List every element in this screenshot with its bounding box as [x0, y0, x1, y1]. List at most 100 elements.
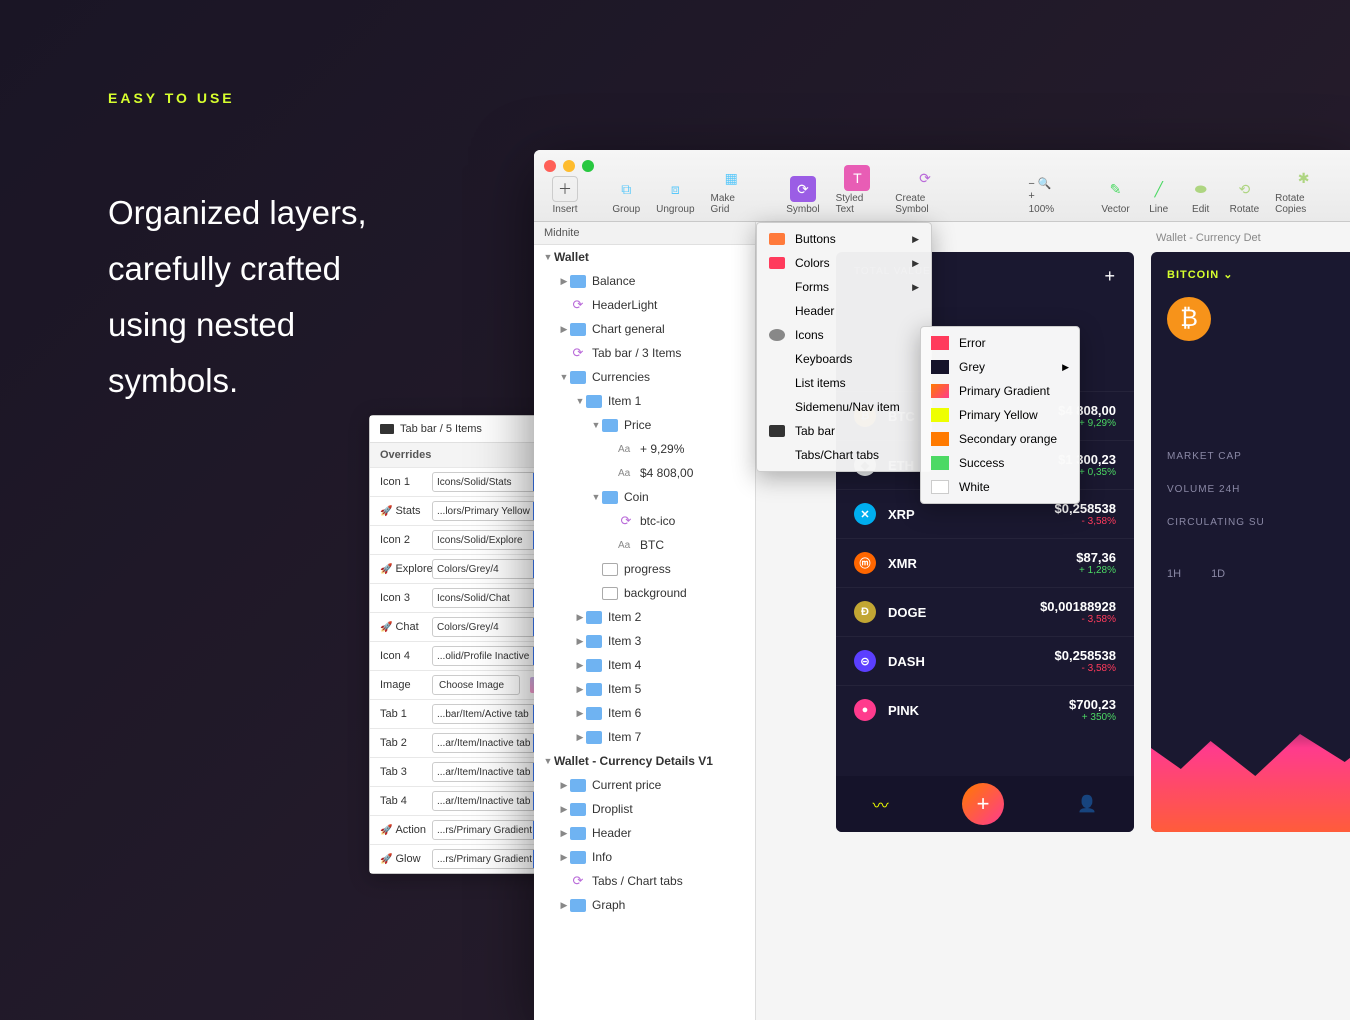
disclosure-arrow-icon[interactable]: ▶: [558, 900, 570, 911]
disclosure-arrow-icon[interactable]: ▶: [574, 636, 586, 647]
override-select[interactable]: Icons/Solid/Chat⌃⌄: [432, 588, 550, 608]
layer-row[interactable]: ▶Item 7: [534, 725, 755, 749]
layer-row[interactable]: ▶Item 2: [534, 605, 755, 629]
layer-row[interactable]: ▶Info: [534, 845, 755, 869]
disclosure-arrow-icon[interactable]: ▶: [574, 732, 586, 743]
menu-item[interactable]: List items: [757, 371, 931, 395]
document-name[interactable]: Midnite: [534, 222, 755, 245]
menu-item[interactable]: Forms ▶: [757, 275, 931, 299]
toolbar-insert[interactable]: ＋Insert: [546, 176, 584, 215]
override-select[interactable]: ...rs/Primary Gradient⌃⌄: [432, 820, 550, 840]
override-select[interactable]: Icons/Solid/Stats⌃⌄: [432, 472, 550, 492]
disclosure-arrow-icon[interactable]: ▶: [558, 324, 570, 335]
disclosure-arrow-icon[interactable]: ▼: [574, 396, 586, 406]
disclosure-arrow-icon[interactable]: ▶: [558, 852, 570, 863]
layer-row[interactable]: background: [534, 581, 755, 605]
disclosure-arrow-icon[interactable]: ▶: [558, 828, 570, 839]
disclosure-arrow-icon[interactable]: ▶: [558, 804, 570, 815]
layer-row[interactable]: ▶Item 6: [534, 701, 755, 725]
layer-row[interactable]: ▶Balance: [534, 269, 755, 293]
layer-row[interactable]: ▼Coin: [534, 485, 755, 509]
menu-item[interactable]: Tabs/Chart tabs: [757, 443, 931, 467]
menu-item[interactable]: Primary Yellow: [921, 403, 1079, 427]
currency-detail-artboard[interactable]: BITCOIN ⌄ ₿ MARKET CAP VOLUME 24H CIRCUL…: [1151, 252, 1350, 832]
menu-item[interactable]: Success: [921, 451, 1079, 475]
layer-row[interactable]: ⟳HeaderLight: [534, 293, 755, 317]
override-select[interactable]: ...lors/Primary Yellow⌃⌄: [432, 501, 550, 521]
zoom-button[interactable]: [582, 160, 594, 172]
layer-row[interactable]: ▼Wallet: [534, 245, 755, 269]
toolbar-zoom[interactable]: − 🔍 +100%: [1022, 176, 1060, 215]
override-select[interactable]: Colors/Grey/4⌃⌄: [432, 617, 550, 637]
disclosure-arrow-icon[interactable]: ▶: [574, 684, 586, 695]
overrides-title-row[interactable]: Tab bar / 5 Items ⌄: [370, 416, 556, 443]
disclosure-arrow-icon[interactable]: ▼: [558, 372, 570, 382]
toolbar-createsymbol[interactable]: ⟳Create Symbol: [889, 165, 960, 215]
toolbar-makegrid[interactable]: ▦Make Grid: [705, 165, 758, 215]
coin-row[interactable]: ● PINK $700,23+ 350%: [836, 685, 1134, 734]
layer-row[interactable]: ▼Currencies: [534, 365, 755, 389]
layer-row[interactable]: ⟳Tabs / Chart tabs: [534, 869, 755, 893]
menu-item[interactable]: Secondary orange: [921, 427, 1079, 451]
menu-item[interactable]: Primary Gradient: [921, 379, 1079, 403]
menu-item[interactable]: Error: [921, 331, 1079, 355]
stats-tab-icon[interactable]: 〰: [873, 792, 889, 816]
toolbar-group[interactable]: ⧉Group: [606, 176, 646, 215]
layer-row[interactable]: ▶Chart general: [534, 317, 755, 341]
fab-add-button[interactable]: +: [962, 783, 1004, 825]
override-select[interactable]: ...olid/Profile Inactive⌃⌄: [432, 646, 550, 666]
disclosure-arrow-icon[interactable]: ▶: [574, 612, 586, 623]
layer-row[interactable]: ⟳btc-ico: [534, 509, 755, 533]
toolbar-rotatecopies[interactable]: ✱Rotate Copies: [1269, 165, 1338, 215]
layer-row[interactable]: ▶Droplist: [534, 797, 755, 821]
toolbar-line[interactable]: ╱Line: [1140, 176, 1178, 215]
override-select[interactable]: Colors/Grey/4⌃⌄: [432, 559, 550, 579]
layer-row[interactable]: ▼Price: [534, 413, 755, 437]
coin-row[interactable]: ⊝ DASH $0,258538- 3,58%: [836, 636, 1134, 685]
menu-item[interactable]: Keyboards: [757, 347, 931, 371]
choose-image-button[interactable]: Choose Image: [432, 675, 520, 695]
chart-tab-1h[interactable]: 1H: [1167, 568, 1181, 580]
chart-tab-1d[interactable]: 1D: [1211, 568, 1225, 580]
coin-row[interactable]: Ð DOGE $0,00188928- 3,58%: [836, 587, 1134, 636]
menu-item[interactable]: Header: [757, 299, 931, 323]
override-select[interactable]: ...rs/Primary Gradient⌃⌄: [432, 849, 550, 869]
toolbar-rotate[interactable]: ⟲Rotate: [1224, 176, 1265, 215]
layer-row[interactable]: ▶Item 3: [534, 629, 755, 653]
layer-row[interactable]: ▶Graph: [534, 893, 755, 917]
toolbar-vector[interactable]: ✎Vector: [1095, 176, 1135, 215]
bitcoin-dropdown[interactable]: BITCOIN ⌄: [1167, 268, 1350, 281]
disclosure-arrow-icon[interactable]: ▶: [558, 276, 570, 287]
disclosure-arrow-icon[interactable]: ▼: [542, 252, 554, 262]
disclosure-arrow-icon[interactable]: ▶: [574, 660, 586, 671]
artboard-label[interactable]: Wallet - Currency Det: [1156, 232, 1261, 244]
profile-tab-icon[interactable]: 👤: [1077, 794, 1097, 814]
menu-item[interactable]: Tab bar: [757, 419, 931, 443]
disclosure-arrow-icon[interactable]: ▼: [542, 756, 554, 766]
toolbar-symbol[interactable]: ⟳Symbol: [780, 176, 825, 215]
override-select[interactable]: Icons/Solid/Explore⌃⌄: [432, 530, 550, 550]
menu-item[interactable]: White: [921, 475, 1079, 499]
override-select[interactable]: ...bar/Item/Active tab⌃⌄: [432, 704, 550, 724]
toolbar-edit[interactable]: ⬬Edit: [1182, 176, 1220, 215]
disclosure-arrow-icon[interactable]: ▶: [558, 780, 570, 791]
menu-item[interactable]: Buttons ▶: [757, 227, 931, 251]
layer-row[interactable]: ▶Item 5: [534, 677, 755, 701]
layer-row[interactable]: Aa+ 9,29%: [534, 437, 755, 461]
add-icon[interactable]: +: [1104, 266, 1116, 287]
layer-row[interactable]: progress: [534, 557, 755, 581]
menu-item[interactable]: Sidemenu/Nav item: [757, 395, 931, 419]
layer-row[interactable]: ▼Wallet - Currency Details V1: [534, 749, 755, 773]
toolbar-styledtext[interactable]: TStyled Text: [830, 165, 886, 215]
layer-row[interactable]: ▼Item 1: [534, 389, 755, 413]
layer-row[interactable]: AaBTC: [534, 533, 755, 557]
layer-row[interactable]: ▶Item 4: [534, 653, 755, 677]
close-button[interactable]: [544, 160, 556, 172]
menu-item[interactable]: Icons: [757, 323, 931, 347]
layer-row[interactable]: ⟳Tab bar / 3 Items: [534, 341, 755, 365]
toolbar-ungroup[interactable]: ⧈Ungroup: [650, 176, 700, 215]
layer-row[interactable]: Aa$4 808,00: [534, 461, 755, 485]
override-select[interactable]: ...ar/Item/Inactive tab⌃⌄: [432, 791, 550, 811]
disclosure-arrow-icon[interactable]: ▶: [574, 708, 586, 719]
menu-item[interactable]: Colors ▶: [757, 251, 931, 275]
